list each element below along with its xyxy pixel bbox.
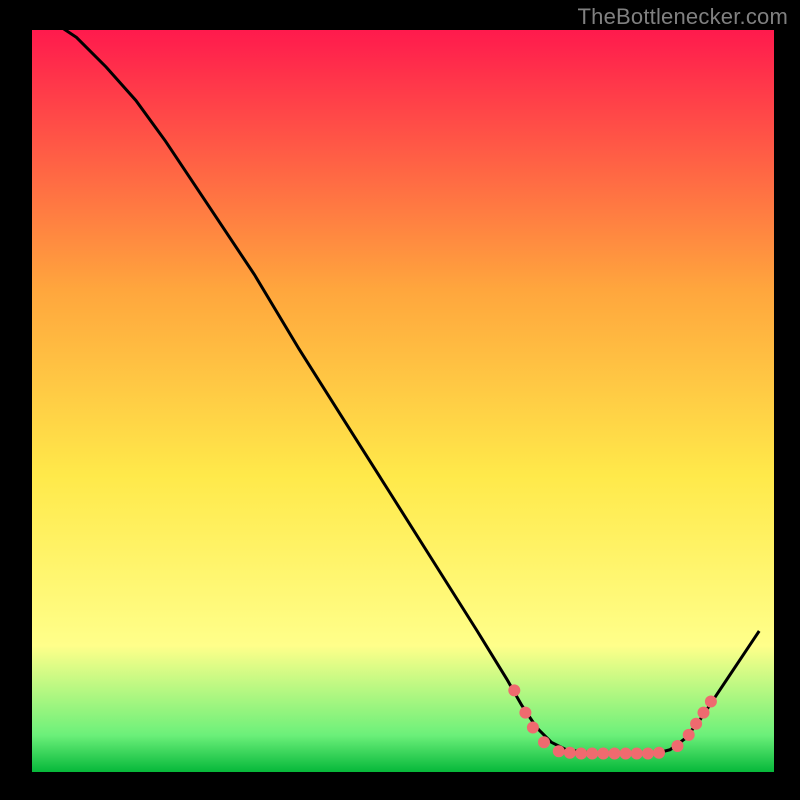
data-point [508, 684, 520, 696]
bottleneck-chart [0, 0, 800, 800]
data-point [538, 736, 550, 748]
data-point [553, 745, 565, 757]
data-point [575, 748, 587, 760]
data-point [683, 729, 695, 741]
data-point [672, 740, 684, 752]
data-point [519, 707, 531, 719]
data-point [586, 748, 598, 760]
data-point [631, 748, 643, 760]
data-point [705, 696, 717, 708]
data-point [620, 748, 632, 760]
data-point [653, 747, 665, 759]
data-point [690, 718, 702, 730]
gradient-background [32, 30, 774, 772]
data-point [527, 722, 539, 734]
data-point [564, 747, 576, 759]
data-point [642, 748, 654, 760]
attribution-label: TheBottlenecker.com [578, 4, 788, 30]
data-point [698, 707, 710, 719]
data-point [609, 748, 621, 760]
data-point [597, 748, 609, 760]
chart-frame: TheBottlenecker.com [0, 0, 800, 800]
